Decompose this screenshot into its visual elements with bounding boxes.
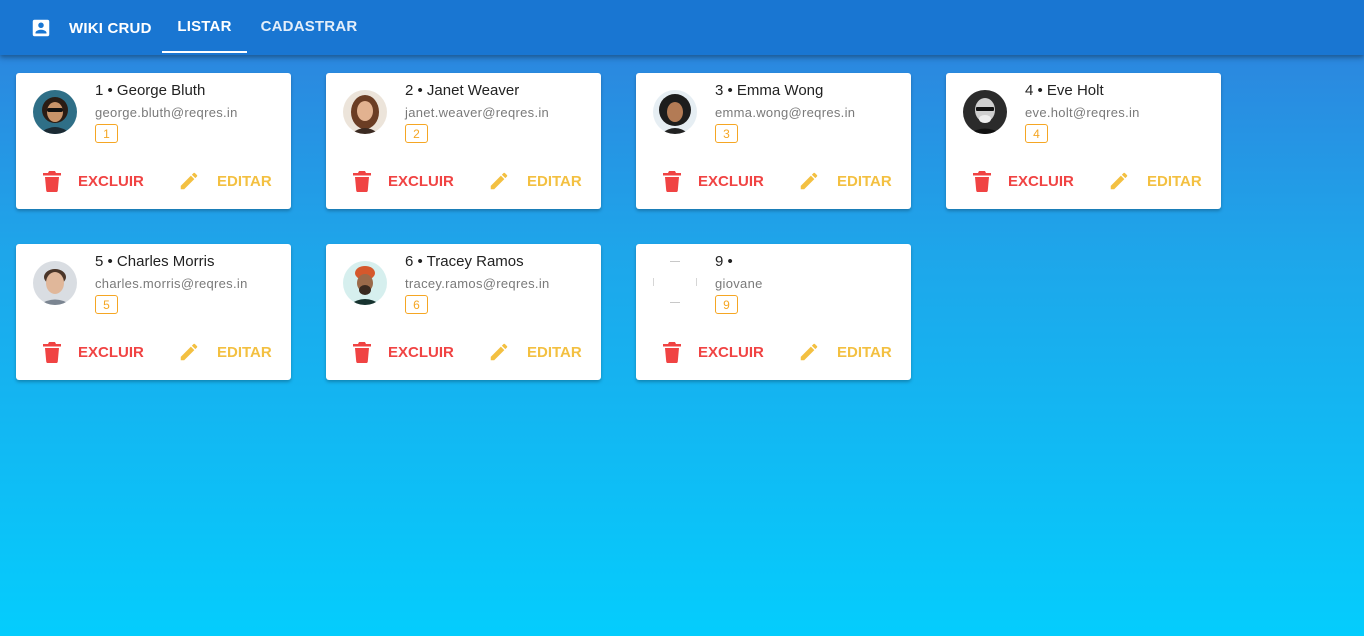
edit-button[interactable]: EDITAR [798, 169, 892, 193]
user-email: giovane [715, 276, 763, 291]
user-id-badge: 1 [95, 124, 118, 143]
delete-label: EXCLUIR [698, 172, 764, 190]
user-id-badge: 6 [405, 295, 428, 314]
tab-listar-label: LISTAR [177, 18, 232, 35]
user-email: charles.morris@reqres.in [95, 276, 248, 291]
pencil-icon [180, 343, 198, 361]
avatar [343, 90, 387, 134]
trash-icon [663, 342, 681, 363]
delete-label: EXCLUIR [1008, 172, 1074, 190]
user-email: emma.wong@reqres.in [715, 105, 856, 120]
avatar [653, 90, 697, 134]
user-email: eve.holt@reqres.in [1025, 105, 1140, 120]
brand: WIKI CRUD [0, 0, 162, 55]
edit-button[interactable]: EDITAR [178, 169, 272, 193]
edit-button[interactable]: EDITAR [488, 340, 582, 364]
user-name: 9 • [715, 253, 733, 270]
edit-label: EDITAR [527, 172, 582, 190]
user-name: 6 • Tracey Ramos [405, 253, 524, 270]
edit-label: EDITAR [837, 343, 892, 361]
edit-label: EDITAR [837, 172, 892, 190]
user-card: 3 • Emma Wong emma.wong@reqres.in 3 EXCL… [636, 73, 911, 209]
user-email: janet.weaver@reqres.in [405, 105, 550, 120]
trash-icon [353, 342, 371, 363]
delete-label: EXCLUIR [698, 343, 764, 361]
user-email: tracey.ramos@reqres.in [405, 276, 550, 291]
user-id-badge: 4 [1025, 124, 1048, 143]
user-card: 6 • Tracey Ramos tracey.ramos@reqres.in … [326, 244, 601, 380]
trash-icon [43, 171, 61, 192]
pencil-icon [800, 172, 818, 190]
avatar [33, 261, 77, 305]
delete-label: EXCLUIR [78, 343, 144, 361]
user-name: 3 • Emma Wong [715, 82, 824, 99]
user-card: 4 • Eve Holt eve.holt@reqres.in 4 EXCLUI… [946, 73, 1221, 209]
broken-image-placeholder [653, 260, 697, 304]
edit-label: EDITAR [1147, 172, 1202, 190]
user-name: 1 • George Bluth [95, 82, 206, 99]
trash-icon [973, 171, 991, 192]
account-box-icon [32, 19, 50, 36]
user-card: 9 • giovane 9 EXCLUIR EDITAR [636, 244, 911, 380]
edit-button[interactable]: EDITAR [798, 340, 892, 364]
pencil-icon [180, 172, 198, 190]
avatar [33, 90, 77, 134]
user-id-badge: 3 [715, 124, 738, 143]
user-card: 2 • Janet Weaver janet.weaver@reqres.in … [326, 73, 601, 209]
pencil-icon [1110, 172, 1128, 190]
avatar [343, 261, 387, 305]
user-name: 2 • Janet Weaver [405, 82, 520, 99]
delete-button[interactable]: EXCLUIR [352, 169, 454, 193]
delete-button[interactable]: EXCLUIR [662, 340, 764, 364]
user-card: 1 • George Bluth george.bluth@reqres.in … [16, 73, 291, 209]
app-title: WIKI CRUD [69, 19, 152, 37]
pencil-icon [800, 343, 818, 361]
edit-label: EDITAR [527, 343, 582, 361]
delete-label: EXCLUIR [388, 343, 454, 361]
delete-button[interactable]: EXCLUIR [972, 169, 1074, 193]
edit-button[interactable]: EDITAR [178, 340, 272, 364]
delete-button[interactable]: EXCLUIR [352, 340, 454, 364]
edit-button[interactable]: EDITAR [1108, 169, 1202, 193]
pencil-icon [490, 343, 508, 361]
delete-button[interactable]: EXCLUIR [42, 169, 144, 193]
user-id-badge: 2 [405, 124, 428, 143]
delete-button[interactable]: EXCLUIR [42, 340, 144, 364]
edit-button[interactable]: EDITAR [488, 169, 582, 193]
edit-label: EDITAR [217, 172, 272, 190]
avatar [963, 90, 1007, 134]
user-name: 4 • Eve Holt [1025, 82, 1104, 99]
tab-listar[interactable]: LISTAR [162, 0, 247, 55]
app-bar: WIKI CRUD LISTAR CADASTRAR [0, 0, 1364, 55]
user-name: 5 • Charles Morris [95, 253, 215, 270]
user-card: 5 • Charles Morris charles.morris@reqres… [16, 244, 291, 380]
delete-label: EXCLUIR [78, 172, 144, 190]
trash-icon [663, 171, 681, 192]
tab-cadastrar[interactable]: CADASTRAR [247, 0, 371, 55]
edit-label: EDITAR [217, 343, 272, 361]
tab-cadastrar-label: CADASTRAR [260, 18, 358, 35]
trash-icon [43, 342, 61, 363]
pencil-icon [490, 172, 508, 190]
delete-button[interactable]: EXCLUIR [662, 169, 764, 193]
user-email: george.bluth@reqres.in [95, 105, 238, 120]
delete-label: EXCLUIR [388, 172, 454, 190]
user-id-badge: 9 [715, 295, 738, 314]
user-id-badge: 5 [95, 295, 118, 314]
trash-icon [353, 171, 371, 192]
